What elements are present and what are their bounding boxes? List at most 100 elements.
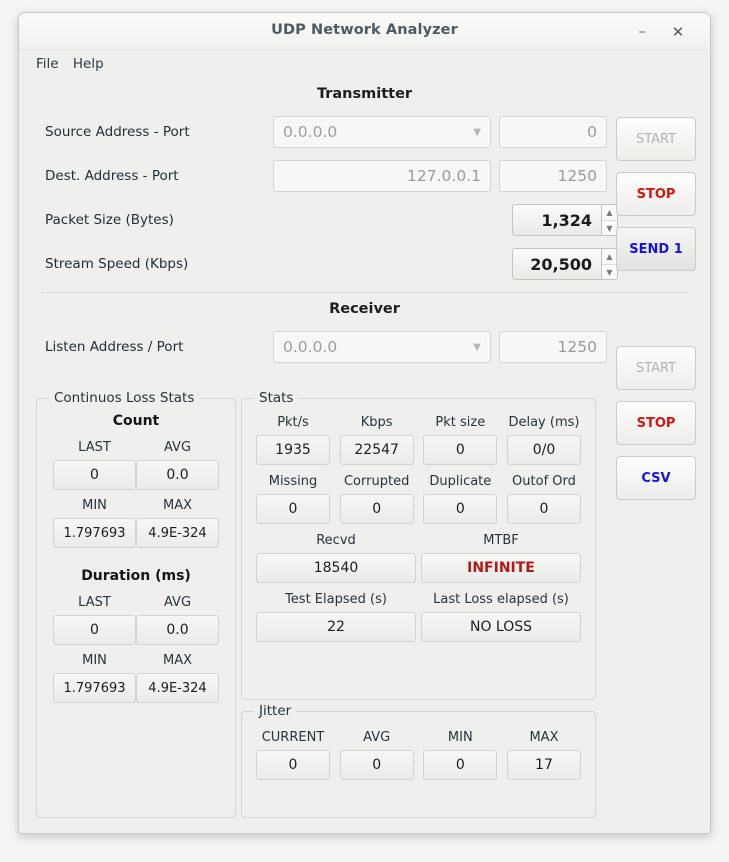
duration-last-label: LAST	[78, 595, 111, 610]
spin-up-icon[interactable]: ▲	[602, 205, 617, 221]
title-bar: UDP Network Analyzer – ✕	[19, 13, 710, 50]
close-icon[interactable]: ✕	[668, 22, 688, 42]
menu-item-help[interactable]: Help	[70, 54, 111, 74]
jitter-label-current: CURRENT	[261, 730, 325, 745]
listen-address-combo[interactable]: 0.0.0.0 ▼	[273, 331, 491, 363]
source-address-label: Source Address - Port	[45, 124, 190, 140]
receiver-buttons: START STOP CSV	[616, 346, 696, 511]
stat-label-kbps: Kbps	[360, 415, 393, 430]
stat-label-missing: Missing	[268, 474, 318, 489]
jitter-panel: Jitter CURRENT AVG MIN MAX 0 0 0 17	[241, 703, 596, 818]
minimize-icon[interactable]: –	[632, 22, 652, 42]
listen-address-label: Listen Address / Port	[45, 339, 184, 355]
listen-port-input[interactable]: 1250	[499, 331, 607, 363]
stat-value-delay: 0/0	[506, 435, 581, 465]
menu-bar: File Help	[19, 50, 710, 82]
listen-address-value: 0.0.0.0	[283, 338, 338, 356]
stat-value-recvd: 18540	[256, 553, 416, 583]
spin-up-icon[interactable]: ▲	[602, 249, 617, 265]
transmitter-send1-button[interactable]: SEND 1	[616, 227, 696, 271]
dest-address-label: Dest. Address - Port	[45, 168, 179, 184]
spin-down-icon[interactable]: ▼	[602, 221, 617, 236]
section-divider	[41, 292, 688, 293]
app-window: UDP Network Analyzer – ✕ File Help Trans…	[18, 12, 711, 834]
continuous-loss-stats-title: Continuos Loss Stats	[49, 390, 200, 406]
count-avg-label: AVG	[163, 440, 192, 455]
stat-label-corrupted: Corrupted	[343, 474, 410, 489]
duration-heading: Duration (ms)	[81, 568, 191, 584]
stat-label-outoford: Outof Ord	[512, 474, 576, 489]
source-address-combo[interactable]: 0.0.0.0 ▼	[273, 116, 491, 148]
listen-address-row: Listen Address / Port 0.0.0.0 ▼ 1250	[33, 331, 618, 363]
source-address-row: Source Address - Port 0.0.0.0 ▼ 0	[33, 116, 618, 148]
dest-address-input[interactable]: 127.0.0.1	[273, 160, 491, 192]
chevron-down-icon: ▼	[473, 126, 481, 138]
source-port-input[interactable]: 0	[499, 116, 607, 148]
jitter-label-min: MIN	[447, 730, 473, 745]
stream-speed-input[interactable]: 20,500	[512, 248, 602, 280]
content-area: Transmitter Source Address - Port 0.0.0.…	[19, 86, 710, 363]
chevron-down-icon: ▼	[473, 341, 481, 353]
stat-value-kbps: 22547	[339, 435, 414, 465]
count-heading: Count	[112, 413, 160, 429]
packet-size-input[interactable]: 1,324	[512, 204, 602, 236]
jitter-value-avg: 0	[339, 750, 414, 780]
stat-value-test-elapsed: 22	[256, 612, 416, 642]
dest-port-input[interactable]: 1250	[499, 160, 607, 192]
stream-speed-stepper[interactable]: 20,500 ▲ ▼	[512, 248, 618, 280]
transmitter-stop-button[interactable]: STOP	[616, 172, 696, 216]
receiver-stop-button[interactable]: STOP	[616, 401, 696, 445]
stat-value-corrupted: 0	[339, 494, 414, 524]
stat-label-pkts: Pkt/s	[277, 415, 309, 430]
jitter-label-max: MAX	[529, 730, 559, 745]
count-min-value: 1.797693	[53, 518, 136, 548]
stat-label-pktsize: Pkt size	[435, 415, 486, 430]
window-title: UDP Network Analyzer	[271, 22, 458, 38]
count-max-label: MAX	[162, 498, 192, 513]
jitter-label-avg: AVG	[363, 730, 391, 745]
stream-speed-row: Stream Speed (Kbps) 20,500 ▲ ▼	[33, 248, 618, 280]
stat-value-pkts: 1935	[256, 435, 330, 465]
count-last-value: 0	[53, 460, 136, 490]
duration-avg-value: 0.0	[136, 615, 219, 645]
stat-label-test-elapsed: Test Elapsed (s)	[285, 592, 387, 607]
stats-panel: Stats Pkt/s Kbps Pkt size Delay (ms) 193…	[241, 390, 596, 700]
transmitter-heading: Transmitter	[316, 86, 413, 102]
count-max-value: 4.9E-324	[136, 518, 219, 548]
stat-value-mtbf: INFINITE	[421, 553, 581, 583]
jitter-value-max: 17	[506, 750, 581, 780]
transmitter-buttons: START STOP SEND 1	[616, 117, 696, 282]
duration-min-label: MIN	[82, 653, 107, 668]
jitter-value-current: 0	[256, 750, 330, 780]
jitter-title: Jitter	[254, 703, 297, 719]
menu-item-file[interactable]: File	[33, 54, 66, 74]
stat-value-missing: 0	[256, 494, 330, 524]
packet-size-stepper[interactable]: 1,324 ▲ ▼	[512, 204, 618, 236]
transmitter-start-button[interactable]: START	[616, 117, 696, 161]
duration-avg-label: AVG	[163, 595, 192, 610]
duration-last-value: 0	[53, 615, 136, 645]
duration-max-value: 4.9E-324	[136, 673, 219, 703]
continuous-loss-stats-panel: Continuos Loss Stats Count LAST AVG 0 0.…	[36, 390, 236, 818]
receiver-heading: Receiver	[329, 301, 400, 317]
stat-value-duplicate: 0	[423, 494, 498, 524]
stat-label-delay: Delay (ms)	[508, 415, 580, 430]
stream-speed-label: Stream Speed (Kbps)	[45, 256, 189, 272]
stat-label-mtbf: MTBF	[483, 533, 519, 548]
stat-label-duplicate: Duplicate	[429, 474, 492, 489]
duration-min-value: 1.797693	[53, 673, 136, 703]
receiver-csv-button[interactable]: CSV	[616, 456, 696, 500]
stat-label-recvd: Recvd	[316, 533, 356, 548]
packet-size-row: Packet Size (Bytes) 1,324 ▲ ▼	[33, 204, 618, 236]
count-last-label: LAST	[78, 440, 111, 455]
jitter-value-min: 0	[423, 750, 498, 780]
dest-address-row: Dest. Address - Port 127.0.0.1 1250	[33, 160, 618, 192]
count-min-label: MIN	[82, 498, 107, 513]
stat-label-last-loss-elapsed: Last Loss elapsed (s)	[433, 592, 569, 607]
count-avg-value: 0.0	[136, 460, 219, 490]
spin-down-icon[interactable]: ▼	[602, 265, 617, 280]
stat-value-pktsize: 0	[423, 435, 498, 465]
receiver-start-button[interactable]: START	[616, 346, 696, 390]
source-address-value: 0.0.0.0	[283, 123, 338, 141]
stats-title: Stats	[254, 390, 299, 406]
